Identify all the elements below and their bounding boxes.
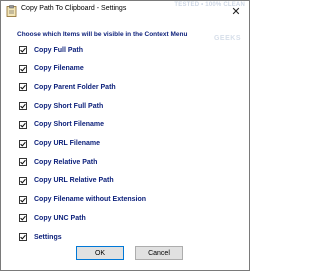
checkbox[interactable] (19, 102, 27, 111)
option-label: Copy Filename without Extension (34, 196, 147, 204)
option-row[interactable]: Copy Parent Folder Path (19, 81, 116, 93)
option-row[interactable]: Copy Relative Path (19, 156, 97, 168)
cancel-button-label: Cancel (148, 249, 170, 257)
option-label: Copy Relative Path (34, 158, 98, 166)
ok-button[interactable]: OK (76, 246, 124, 260)
option-label: Copy UNC Path (34, 214, 86, 222)
cancel-button[interactable]: Cancel (135, 246, 183, 260)
checkmark-icon (20, 234, 26, 240)
option-label: Copy URL Filename (34, 140, 100, 147)
option-row[interactable]: Copy URL Relative Path (19, 175, 114, 187)
checkmark-icon (20, 122, 26, 128)
option-label: Settings (34, 233, 62, 241)
option-label: Copy Filename (34, 65, 84, 73)
checkmark-icon (20, 66, 26, 72)
checkmark-icon (20, 103, 26, 109)
checkmark-icon (20, 197, 26, 203)
watermark-logo: GEEKS (213, 35, 241, 42)
checkbox[interactable] (19, 64, 27, 73)
option-row[interactable]: Copy Full Path (19, 44, 83, 56)
option-row[interactable]: Copy Filename (19, 63, 84, 75)
option-row[interactable]: Copy UNC Path (19, 212, 86, 224)
instructions-heading: Choose which Items will be visible in th… (17, 31, 188, 38)
close-button[interactable]: ✕ (223, 1, 249, 21)
clipboard-icon (6, 5, 17, 17)
option-row[interactable]: Copy Filename without Extension (19, 194, 146, 206)
checkbox[interactable] (19, 233, 27, 241)
checkbox[interactable] (19, 83, 27, 92)
option-label: Copy Parent Folder Path (34, 83, 116, 91)
option-row[interactable]: Copy URL Filename (19, 138, 100, 150)
checkbox[interactable] (19, 176, 27, 185)
checkbox[interactable] (19, 120, 27, 129)
option-label: Copy Short Filename (34, 121, 105, 129)
ok-button-label: OK (94, 249, 106, 257)
option-label: Copy Short Full Path (34, 102, 104, 110)
window-title: Copy Path To Clipboard - Settings (21, 5, 127, 12)
checkbox[interactable] (19, 158, 27, 167)
settings-dialog: Copy Path To Clipboard - Settings TESTED… (0, 0, 250, 271)
checkmark-icon (20, 47, 26, 53)
option-row[interactable]: Copy Short Full Path (19, 100, 103, 112)
checkmark-icon (20, 141, 26, 147)
option-row[interactable]: Copy Short Filename (19, 119, 104, 131)
checkbox[interactable] (19, 46, 27, 54)
option-row[interactable]: Settings (19, 231, 62, 243)
checkbox[interactable] (19, 139, 27, 148)
option-label: Copy Full Path (34, 46, 83, 54)
checkbox[interactable] (19, 195, 27, 204)
checkbox[interactable] (19, 214, 27, 223)
checkmark-icon (20, 216, 26, 221)
checkmark-icon (20, 85, 26, 90)
checkmark-icon (20, 160, 26, 165)
checkmark-icon (20, 178, 26, 184)
title-bar[interactable]: Copy Path To Clipboard - Settings TESTED… (1, 1, 249, 21)
close-icon: ✕ (231, 5, 241, 18)
option-label: Copy URL Relative Path (34, 177, 114, 185)
